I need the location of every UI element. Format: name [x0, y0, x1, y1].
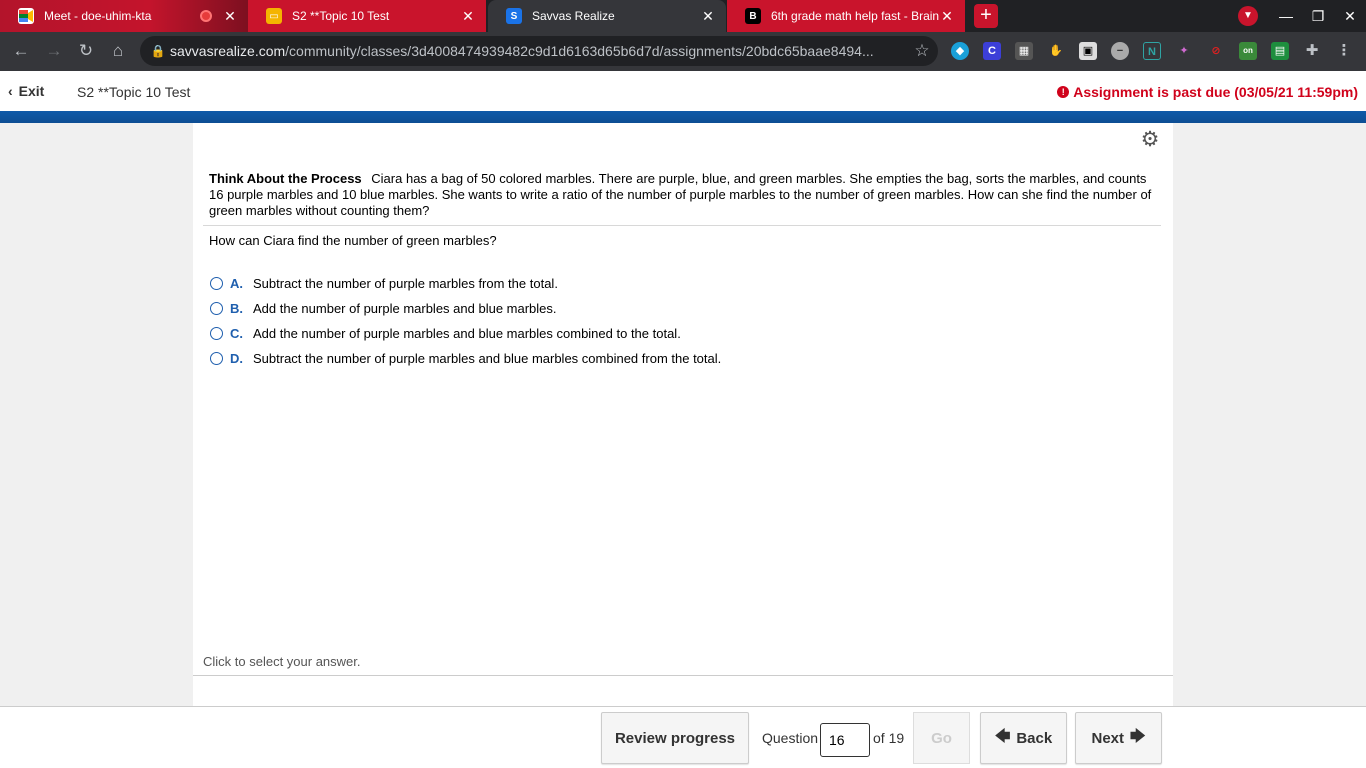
- close-tab-icon[interactable]: ✕: [460, 8, 476, 24]
- past-due-text: Assignment is past due (03/05/21 11:59pm…: [1073, 84, 1358, 100]
- extension-on-icon[interactable]: on: [1239, 42, 1257, 60]
- extension-calculator-icon[interactable]: ▤: [1271, 42, 1289, 60]
- past-due-notice: ! Assignment is past due (03/05/21 11:59…: [1057, 84, 1358, 100]
- choice-b[interactable]: B. Add the number of purple marbles and …: [210, 296, 721, 321]
- recording-icon: [200, 10, 212, 22]
- next-label: Next: [1091, 729, 1124, 747]
- slides-icon: ▭: [266, 8, 282, 24]
- alert-icon: !: [1057, 86, 1070, 98]
- choice-d[interactable]: D. Subtract the number of purple marbles…: [210, 346, 721, 371]
- extension-minus-icon[interactable]: −: [1111, 42, 1129, 60]
- problem-stem: Think About the Process Ciara has a bag …: [209, 171, 1157, 219]
- exit-label: Exit: [18, 83, 45, 99]
- choice-letter: D.: [230, 351, 243, 366]
- question-navigation: Review progress Question 16 of 19 Go 🡄 B…: [0, 706, 1366, 768]
- arrow-left-icon: 🡄: [994, 727, 1011, 745]
- gear-icon[interactable]: ⚙: [1139, 129, 1161, 151]
- review-progress-button[interactable]: Review progress: [601, 712, 749, 764]
- lock-icon: 🔒: [150, 44, 166, 58]
- restore-icon[interactable]: ❐: [1302, 0, 1334, 32]
- reload-icon[interactable]: ↻: [75, 40, 97, 62]
- close-tab-icon[interactable]: ✕: [222, 8, 238, 24]
- back-label: Back: [1016, 729, 1053, 747]
- address-bar[interactable]: 🔒 savvasrealize.com/community/classes/3d…: [140, 36, 938, 66]
- close-tab-icon[interactable]: ✕: [939, 8, 955, 24]
- question-card: ⚙ Think About the Process Ciara has a ba…: [193, 123, 1173, 706]
- problem-heading: Think About the Process: [209, 171, 362, 186]
- extension-figure-icon[interactable]: ✦: [1175, 42, 1193, 60]
- tab-title: Savvas Realize: [532, 9, 615, 23]
- go-button[interactable]: Go: [913, 712, 970, 764]
- choice-letter: A.: [230, 276, 243, 291]
- assignment-title: S2 **Topic 10 Test: [77, 84, 191, 100]
- extension-c-icon[interactable]: C: [983, 42, 1001, 60]
- profile-menu-icon[interactable]: ▼: [1238, 6, 1258, 26]
- chevron-left-icon: ‹: [8, 83, 13, 99]
- extension-image-icon[interactable]: ▣: [1079, 42, 1097, 60]
- url-text: savvasrealize.com/community/classes/3d40…: [170, 43, 874, 59]
- choice-text: Subtract the number of purple marbles an…: [253, 351, 722, 366]
- savvas-icon: S: [506, 8, 522, 24]
- extension-hand-icon[interactable]: ✋: [1047, 42, 1065, 60]
- instruction-hint: Click to select your answer.: [203, 654, 361, 669]
- choice-letter: C.: [230, 326, 243, 341]
- google-meet-icon: [18, 8, 34, 24]
- back-arrow-icon[interactable]: ←: [10, 40, 32, 62]
- tab-meet[interactable]: Meet - doe-uhim-kta ✕: [0, 0, 248, 32]
- question-label: Question: [762, 730, 819, 746]
- home-icon[interactable]: ⌂: [107, 40, 129, 62]
- close-tab-icon[interactable]: ✕: [700, 8, 716, 24]
- question-total: of 19: [873, 730, 905, 746]
- divider: [193, 675, 1173, 676]
- back-button[interactable]: 🡄 Back: [980, 712, 1067, 764]
- minimize-icon[interactable]: —: [1270, 0, 1302, 32]
- extension-block-icon[interactable]: ⊘: [1207, 42, 1225, 60]
- browser-toolbar: ← → ↻ ⌂ 🔒 savvasrealize.com/community/cl…: [0, 32, 1366, 71]
- extension-icon[interactable]: ◆: [951, 42, 969, 60]
- next-button[interactable]: Next 🡆: [1075, 712, 1162, 764]
- extension-n-icon[interactable]: N: [1143, 42, 1161, 60]
- tab-slides[interactable]: ▭ S2 **Topic 10 Test ✕: [248, 0, 486, 32]
- radio-button[interactable]: [210, 352, 223, 365]
- header-band: [0, 111, 1366, 123]
- choice-c[interactable]: C. Add the number of purple marbles and …: [210, 321, 721, 346]
- new-tab-button[interactable]: +: [974, 4, 998, 28]
- tab-title: Meet - doe-uhim-kta: [44, 9, 152, 23]
- exit-button[interactable]: ‹ Exit: [8, 83, 44, 99]
- question-prompt: How can Ciara find the number of green m…: [209, 233, 497, 248]
- extensions-puzzle-icon[interactable]: ✚: [1303, 42, 1321, 60]
- browser-tab-strip: Meet - doe-uhim-kta ✕ ▭ S2 **Topic 10 Te…: [0, 0, 1366, 32]
- question-number-input[interactable]: 16: [820, 723, 870, 757]
- arrow-right-icon: 🡆: [1130, 727, 1146, 745]
- brainly-icon: B: [745, 8, 761, 24]
- assignment-header: ‹ Exit S2 **Topic 10 Test ! Assignment i…: [0, 71, 1366, 111]
- choice-text: Subtract the number of purple marbles fr…: [253, 276, 558, 291]
- choice-text: Add the number of purple marbles and blu…: [253, 326, 681, 341]
- tab-title: S2 **Topic 10 Test: [292, 9, 390, 23]
- choice-text: Add the number of purple marbles and blu…: [253, 301, 557, 316]
- radio-button[interactable]: [210, 277, 223, 290]
- tab-title: 6th grade math help fast - Brainl: [771, 9, 939, 23]
- answer-choices: A. Subtract the number of purple marbles…: [210, 271, 721, 371]
- tab-brainly[interactable]: B 6th grade math help fast - Brainl ✕: [727, 0, 965, 32]
- forward-arrow-icon[interactable]: →: [43, 40, 65, 62]
- radio-button[interactable]: [210, 327, 223, 340]
- choice-letter: B.: [230, 301, 243, 316]
- choice-a[interactable]: A. Subtract the number of purple marbles…: [210, 271, 721, 296]
- radio-button[interactable]: [210, 302, 223, 315]
- extension-grid-icon[interactable]: ▦: [1015, 42, 1033, 60]
- bookmark-star-icon[interactable]: ☆: [906, 41, 938, 61]
- close-window-icon[interactable]: ✕: [1334, 0, 1366, 32]
- tab-savvas-realize[interactable]: S Savvas Realize ✕: [488, 0, 726, 32]
- divider: [203, 225, 1161, 226]
- kebab-menu-icon[interactable]: ⋮: [1335, 42, 1353, 60]
